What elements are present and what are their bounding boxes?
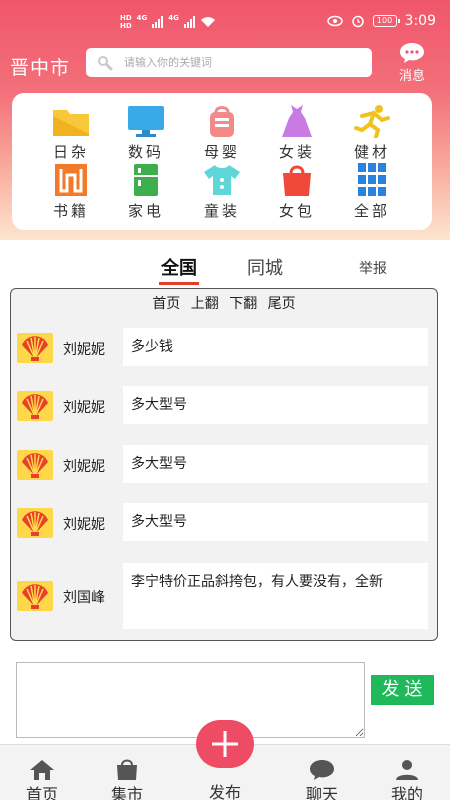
message-text: 多大型号	[123, 386, 428, 424]
message-button[interactable]: 消息	[392, 42, 432, 84]
signal-icon-2	[183, 16, 195, 28]
avatar	[17, 391, 53, 421]
category-womens-clothing[interactable]: 女装	[265, 104, 329, 162]
message-username: 刘妮妮	[63, 517, 105, 533]
nav-home[interactable]: 首页	[12, 759, 72, 800]
avatar	[17, 581, 53, 611]
message-text: 多少钱	[123, 328, 428, 366]
eye-icon	[326, 15, 343, 27]
signal-icon	[152, 16, 164, 28]
shell-icon	[22, 511, 48, 536]
clock: 3:09	[404, 13, 436, 29]
message-board: 首页 上翻 下翻 尾页 刘妮妮 多少钱 刘妮妮 多大型号 刘妮妮 多大型号 刘妮…	[10, 288, 438, 641]
nav-chat[interactable]: 聊天	[292, 759, 352, 800]
dress-icon	[282, 105, 312, 137]
chat-bubble-icon	[400, 43, 424, 63]
scope-tabs: 全国 同城 举报	[0, 254, 450, 285]
fridge-icon	[134, 164, 158, 196]
baby-clothes-icon	[204, 165, 240, 195]
message-username: 刘妮妮	[63, 459, 105, 475]
category-label: 日杂	[52, 143, 89, 161]
chat-icon	[310, 760, 334, 780]
category-label: 女包	[278, 202, 315, 220]
network-type-2: 4G	[168, 14, 179, 22]
category-label: 数码	[127, 143, 164, 161]
shopping-bag-icon	[117, 759, 137, 780]
status-bar: HD HD 4G 4G 100 3:09	[0, 0, 450, 44]
book-icon	[55, 164, 87, 196]
shell-icon	[22, 453, 48, 478]
publish-button[interactable]	[196, 720, 254, 768]
folder-icon	[53, 110, 89, 136]
category-books[interactable]: 书籍	[39, 163, 103, 221]
prev-page-link[interactable]: 上翻	[191, 296, 219, 312]
grid-icon	[358, 163, 386, 196]
category-all[interactable]: 全部	[340, 163, 404, 221]
alarm-icon	[351, 15, 364, 28]
baby-bag-icon	[210, 106, 234, 137]
category-appliances[interactable]: 家电	[114, 163, 178, 221]
home-icon	[30, 760, 54, 780]
tab-national[interactable]: 全国	[159, 254, 199, 285]
avatar	[17, 333, 53, 363]
category-label: 女装	[278, 143, 315, 161]
category-daily[interactable]: 日杂	[39, 104, 103, 162]
avatar	[17, 508, 53, 538]
next-page-link[interactable]: 下翻	[229, 296, 257, 312]
category-label: 童装	[203, 202, 240, 220]
avatar	[17, 450, 53, 480]
message-input[interactable]	[16, 662, 365, 738]
nav-publish-label: 发布	[208, 783, 241, 800]
nav-market[interactable]: 集市	[97, 759, 157, 800]
tab-local[interactable]: 同城	[247, 254, 283, 280]
running-icon	[354, 105, 390, 138]
user-icon	[396, 760, 418, 780]
pager: 首页 上翻 下翻 尾页	[11, 293, 437, 313]
category-label: 母婴	[203, 143, 240, 161]
message-text: 李宁特价正品斜挎包，有人要没有，全新	[123, 563, 428, 629]
category-fitness[interactable]: 健材	[340, 104, 404, 162]
category-label: 全部	[353, 202, 390, 220]
network-type-1: 4G	[136, 14, 148, 22]
message-label: 消息	[398, 69, 425, 84]
nav-mine-label: 我的	[390, 785, 423, 800]
shell-icon	[22, 584, 48, 609]
message-username: 刘妮妮	[63, 342, 105, 358]
category-handbags[interactable]: 女包	[265, 163, 329, 221]
search-input[interactable]	[124, 56, 344, 69]
category-digital[interactable]: 数码	[114, 104, 178, 162]
search-icon	[98, 55, 113, 70]
nav-chat-label: 聊天	[305, 785, 338, 800]
report-link[interactable]: 举报	[359, 258, 387, 278]
shell-icon	[22, 336, 48, 361]
wifi-icon	[200, 17, 215, 27]
send-button[interactable]: 发送	[371, 675, 434, 705]
nav-home-label: 首页	[25, 785, 58, 800]
hd-indicator: HD HD	[120, 14, 132, 30]
category-label: 书籍	[52, 202, 89, 220]
category-label: 家电	[127, 202, 164, 220]
category-baby[interactable]: 母婴	[190, 104, 254, 162]
message-username: 刘妮妮	[63, 400, 105, 416]
first-page-link[interactable]: 首页	[152, 296, 180, 312]
search-bar[interactable]	[86, 48, 372, 77]
message-text: 多大型号	[123, 503, 428, 541]
message-username: 刘国峰	[63, 590, 105, 606]
city-selector[interactable]: 晋中市	[10, 53, 70, 80]
category-label: 健材	[353, 143, 390, 161]
message-text: 多大型号	[123, 445, 428, 483]
shell-icon	[22, 394, 48, 419]
plus-icon	[212, 731, 238, 757]
battery-icon: 100	[372, 15, 400, 27]
last-page-link[interactable]: 尾页	[268, 296, 296, 312]
category-kids-clothing[interactable]: 童装	[190, 163, 254, 221]
monitor-icon	[128, 106, 164, 137]
nav-mine[interactable]: 我的	[377, 759, 437, 800]
handbag-icon	[283, 165, 311, 196]
nav-market-label: 集市	[110, 785, 143, 800]
